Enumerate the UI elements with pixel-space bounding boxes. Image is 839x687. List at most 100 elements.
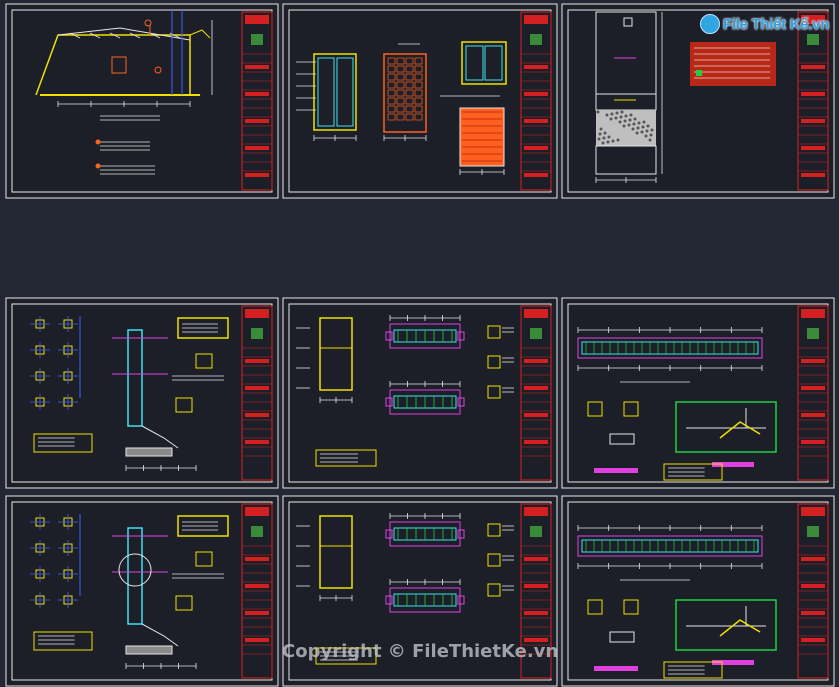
paving-speck <box>620 110 624 114</box>
cad-sheet-layout <box>5 3 835 687</box>
sheet-section-elevation <box>5 3 279 199</box>
paving-speck <box>649 133 653 137</box>
title-block-stripe <box>245 386 269 390</box>
paving-speck <box>598 132 602 136</box>
title-block-logo <box>807 328 819 339</box>
paving-speck <box>603 131 607 135</box>
title-block-stripe <box>524 440 548 444</box>
title-block-header <box>245 15 269 24</box>
paving-speck <box>632 122 636 126</box>
paving-speck <box>642 120 646 124</box>
sheet-outer-border <box>561 495 835 687</box>
paving-speck <box>597 137 601 141</box>
magenta-title-bar <box>594 666 638 671</box>
sheet-doors-windows <box>282 3 558 199</box>
paving-speck <box>616 138 620 142</box>
title-block-logo <box>530 526 542 537</box>
paving-speck <box>614 116 618 120</box>
title-block-header <box>245 507 269 516</box>
legend-table <box>690 42 776 86</box>
title-block-stripe <box>524 584 548 588</box>
title-block-stripe <box>245 146 269 150</box>
magenta-title-bar <box>594 468 638 473</box>
paving-speck <box>646 124 650 128</box>
sheet-outer-border <box>5 3 279 199</box>
louver-panel <box>459 107 505 167</box>
paving-speck <box>611 139 615 143</box>
paving-speck <box>644 134 648 138</box>
title-block-stripe <box>524 611 548 615</box>
paving-speck <box>615 111 619 115</box>
paving-speck <box>596 110 600 114</box>
paving-speck <box>641 125 645 129</box>
title-block-header <box>524 309 548 318</box>
title-block-header <box>524 15 548 24</box>
title-block-header <box>524 507 548 516</box>
sheet-outer-border <box>282 3 558 199</box>
paving-speck <box>627 123 631 127</box>
sheet-long-beam-detail-b <box>561 495 835 687</box>
paving-speck <box>602 136 606 140</box>
title-block-stripe <box>245 92 269 96</box>
paving-speck <box>624 114 628 118</box>
paving-speck <box>635 131 639 135</box>
title-block-logo <box>530 34 542 45</box>
paving-speck <box>650 128 654 132</box>
paving-speck <box>601 141 605 145</box>
title-block-stripe <box>245 119 269 123</box>
title-block-stripe <box>245 440 269 444</box>
paving-speck <box>607 135 611 139</box>
title-block-stripe <box>245 638 269 642</box>
title-block-stripe <box>801 584 825 588</box>
watermark-logo-text: File Thiết Kế.vn <box>723 15 830 33</box>
paving-speck <box>636 126 640 130</box>
paving-speck <box>637 121 641 125</box>
title-block-stripe <box>801 359 825 363</box>
title-block-header <box>245 309 269 318</box>
title-block-stripe <box>245 359 269 363</box>
title-block-stripe <box>524 119 548 123</box>
paving-speck <box>648 138 652 142</box>
paving-speck <box>599 127 603 131</box>
legend-swatch <box>696 70 702 76</box>
title-block-stripe <box>801 146 825 150</box>
marker-dot <box>95 139 101 145</box>
title-block-stripe <box>245 584 269 588</box>
title-block-logo <box>807 34 819 45</box>
title-block-stripe <box>524 557 548 561</box>
paving-speck <box>619 115 623 119</box>
sheet-long-beam-detail-a <box>561 297 835 489</box>
paving-speck <box>623 119 627 123</box>
title-block-stripe <box>801 413 825 417</box>
title-block-stripe <box>245 611 269 615</box>
paving-speck <box>605 113 609 117</box>
title-block-stripe <box>801 638 825 642</box>
paving-speck <box>606 140 610 144</box>
paving-speck <box>622 124 626 128</box>
title-block-stripe <box>524 92 548 96</box>
paving-speck <box>628 118 632 122</box>
paving-speck <box>629 113 633 117</box>
paving-speck <box>609 117 613 121</box>
paving-speck <box>645 129 649 133</box>
title-block-stripe <box>245 65 269 69</box>
title-block-stripe <box>245 413 269 417</box>
title-block-logo <box>251 526 263 537</box>
title-block-header <box>801 309 825 318</box>
title-block-stripe <box>801 611 825 615</box>
title-block-stripe <box>524 173 548 177</box>
sheet-outer-border <box>561 297 835 489</box>
title-block-stripe <box>524 146 548 150</box>
title-block-stripe <box>801 119 825 123</box>
title-block-stripe <box>801 92 825 96</box>
copyright-watermark: Copyright © FileThietKe.vn <box>282 641 559 662</box>
sheet-foundation-detail-b <box>5 495 279 687</box>
footing <box>125 447 173 457</box>
title-block-stripe <box>245 557 269 561</box>
title-block-stripe <box>524 65 548 69</box>
title-block-stripe <box>801 173 825 177</box>
paving-speck <box>631 127 635 131</box>
footing <box>125 645 173 655</box>
title-block-stripe <box>524 359 548 363</box>
title-block-stripe <box>801 440 825 444</box>
